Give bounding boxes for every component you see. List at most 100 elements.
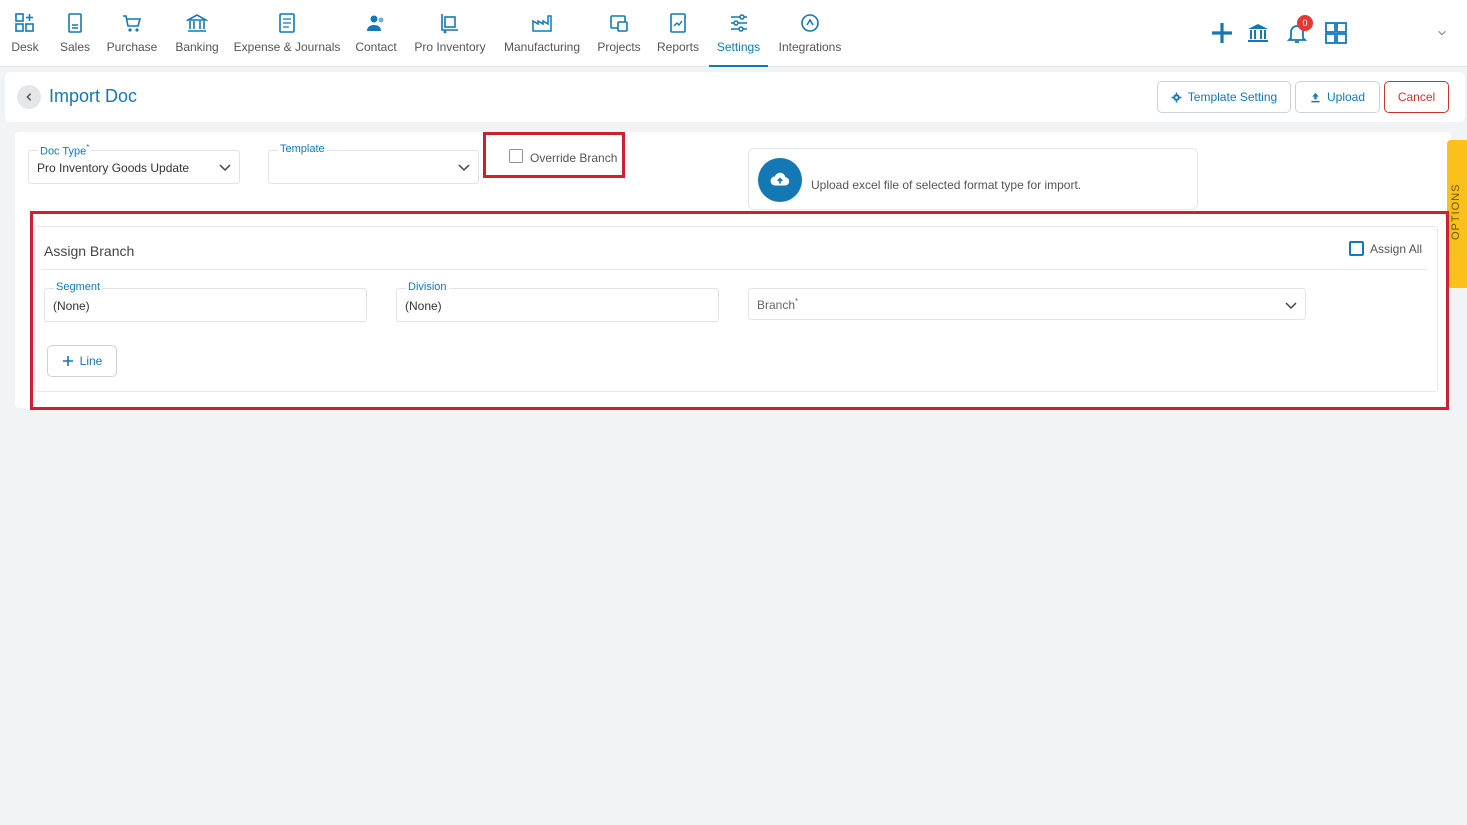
cloud-upload-glyph — [770, 172, 790, 186]
nav-reports[interactable]: Reports — [655, 0, 701, 67]
bank-shortcut-button[interactable] — [1244, 19, 1272, 47]
segment-field[interactable]: Segment (None) — [44, 281, 367, 322]
assign-all-box — [1349, 241, 1364, 256]
branch-label-text: Branch — [757, 298, 796, 312]
plus-icon — [62, 356, 73, 366]
doc-type-select[interactable]: Doc Type* Pro Inventory Goods Update — [28, 143, 240, 184]
nav-label: Integrations — [778, 40, 842, 54]
nav-label: Contact — [355, 40, 397, 54]
section-divider — [42, 269, 1427, 270]
inventory-icon — [441, 14, 458, 34]
bank-icon — [1248, 24, 1268, 42]
nav-desk[interactable]: Desk — [4, 0, 46, 67]
nav-manufacturing[interactable]: Manufacturing — [500, 0, 584, 67]
template-select[interactable]: Template — [268, 143, 479, 184]
assign-branch-title: Assign Branch — [44, 243, 135, 259]
branch-select[interactable]: Branch* — [748, 288, 1306, 320]
page-header: Import Doc Template Setting Upload Cance… — [5, 72, 1465, 122]
upload-icon — [1311, 92, 1320, 102]
settings-icon — [730, 14, 747, 32]
notifications-button[interactable]: 0 — [1283, 15, 1313, 47]
file-upload-area[interactable]: Upload excel file of selected format typ… — [748, 148, 1198, 210]
add-button[interactable] — [1208, 19, 1236, 47]
nav-label: Sales — [59, 40, 91, 54]
nav-expense-journals[interactable]: Expense & Journals — [234, 0, 340, 67]
division-label: Division — [406, 281, 449, 293]
contact-icon — [367, 15, 384, 31]
back-button[interactable] — [17, 85, 41, 109]
segment-label: Segment — [54, 281, 103, 293]
page-title: Import Doc — [49, 86, 138, 106]
nav-purchase[interactable]: Purchase — [104, 0, 160, 67]
nav-sales[interactable]: Sales — [56, 0, 94, 67]
plus-icon — [1212, 23, 1232, 43]
branch-box — [748, 288, 1306, 320]
nav-banking[interactable]: Banking — [172, 0, 222, 67]
required-marker: * — [86, 143, 90, 152]
sales-icon — [68, 13, 82, 33]
template-setting-button[interactable]: Template Setting — [1157, 81, 1291, 113]
override-branch-highlight: Override Branch — [483, 132, 625, 178]
add-line-button[interactable]: Line — [47, 345, 117, 377]
upload-hint-text: Upload excel file of selected format typ… — [811, 178, 1082, 192]
nav-label: Banking — [175, 40, 219, 54]
assign-all-checkbox[interactable]: Assign All — [1349, 241, 1422, 256]
notification-badge: 0 — [1297, 15, 1313, 31]
branch-placeholder: Branch* — [757, 297, 798, 312]
nav-pro-inventory[interactable]: Pro Inventory — [412, 0, 488, 67]
override-branch-label: Override Branch — [530, 151, 618, 165]
nav-label: Settings — [716, 40, 761, 54]
journal-icon — [279, 13, 295, 33]
chevron-down-icon — [1285, 302, 1297, 310]
projects-icon — [610, 15, 628, 32]
template-setting-label: Template Setting — [1187, 90, 1278, 104]
nav-label: Expense & Journals — [233, 40, 341, 54]
division-box — [396, 288, 719, 322]
reports-icon — [670, 13, 686, 33]
override-branch-checkbox[interactable] — [509, 149, 523, 163]
apps-grid-button[interactable] — [1322, 19, 1350, 47]
add-line-label: Line — [79, 354, 103, 368]
desk-icon — [15, 13, 34, 32]
profile-dropdown-button[interactable] — [1430, 19, 1454, 47]
nav-label: Projects — [597, 40, 641, 54]
chevron-left-icon — [26, 93, 32, 101]
cart-icon — [123, 15, 142, 32]
cancel-label: Cancel — [1397, 90, 1436, 104]
chevron-down-icon — [458, 164, 470, 172]
doc-type-label-text: Doc Type — [40, 145, 87, 158]
nav-label: Desk — [11, 40, 39, 54]
template-box — [268, 150, 479, 184]
template-label: Template — [278, 143, 327, 155]
options-tab-label: OPTIONS — [1450, 183, 1462, 240]
required-marker: * — [795, 297, 799, 306]
gear-icon — [1171, 91, 1182, 103]
chevron-down-icon — [219, 164, 231, 172]
doc-type-label: Doc Type* — [38, 143, 92, 158]
nav-label: Manufacturing — [503, 40, 581, 54]
manufacturing-icon — [532, 15, 552, 32]
division-value: (None) — [405, 299, 442, 313]
doc-type-value: Pro Inventory Goods Update — [37, 161, 190, 175]
nav-label: Purchase — [106, 40, 158, 54]
assign-all-label: Assign All — [1370, 241, 1423, 256]
bank-icon — [186, 14, 208, 32]
integrations-icon — [801, 14, 819, 32]
nav-label: Reports — [656, 40, 700, 54]
options-side-tab[interactable]: OPTIONS — [1447, 140, 1467, 288]
nav-integrations[interactable]: Integrations — [776, 0, 844, 67]
cloud-upload-icon — [758, 158, 802, 202]
division-field[interactable]: Division (None) — [396, 281, 719, 322]
nav-settings[interactable]: Settings — [709, 0, 768, 67]
chevron-down-icon — [1438, 30, 1446, 36]
segment-box — [44, 288, 367, 322]
cancel-button[interactable]: Cancel — [1384, 81, 1449, 113]
segment-value: (None) — [53, 299, 90, 313]
upload-button[interactable]: Upload — [1295, 81, 1380, 113]
upload-label: Upload — [1326, 90, 1366, 104]
grid-icon — [1325, 22, 1347, 44]
nav-contact[interactable]: Contact — [352, 0, 400, 67]
top-navigation: Desk Sales Purchase Banking Expense & Jo… — [0, 0, 1467, 67]
nav-projects[interactable]: Projects — [594, 0, 644, 67]
nav-label: Pro Inventory — [414, 40, 486, 54]
